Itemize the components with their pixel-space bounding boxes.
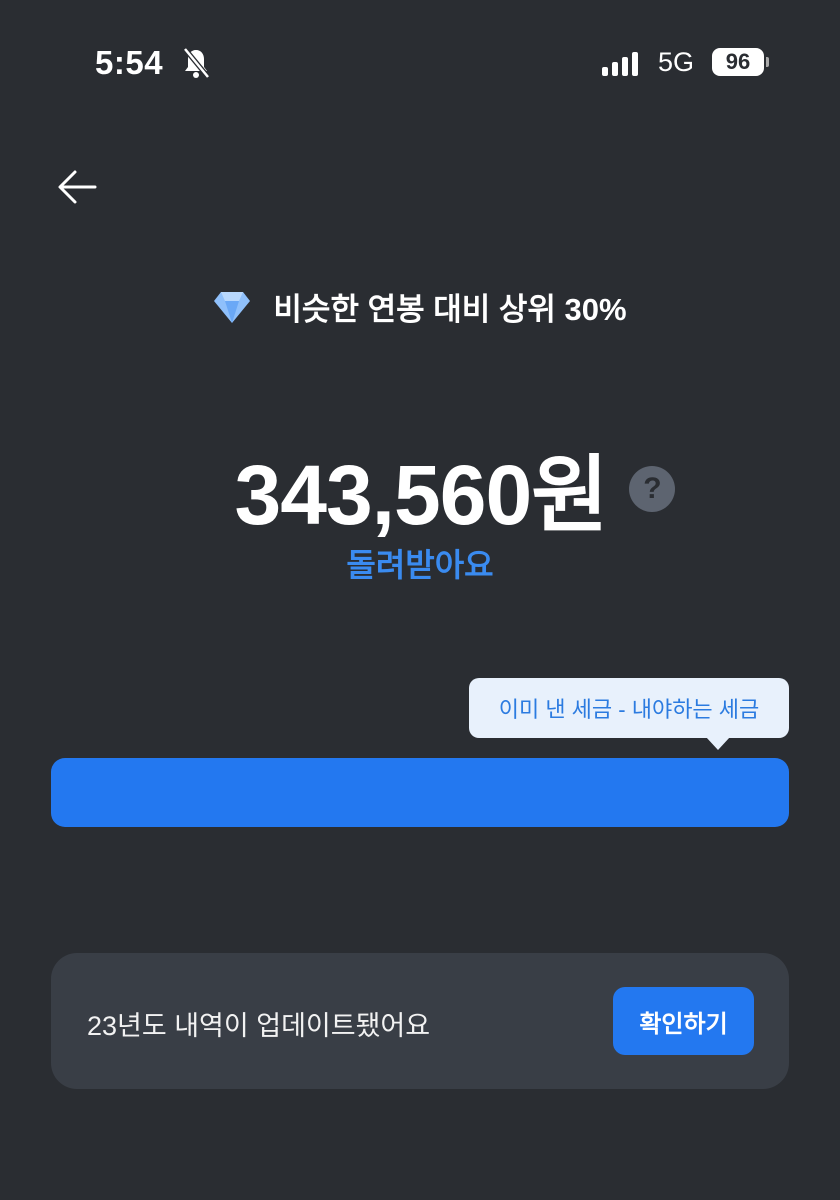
bell-muted-icon bbox=[183, 47, 210, 79]
tooltip-arrow bbox=[706, 737, 730, 750]
refund-amount: 343,560원 bbox=[234, 448, 609, 542]
back-arrow-icon[interactable] bbox=[55, 165, 99, 209]
network-label: 5G bbox=[658, 47, 695, 77]
signal-icon bbox=[602, 52, 638, 76]
formula-tooltip: 이미 낸 세금 - 내야하는 세금 bbox=[469, 678, 789, 738]
update-notice-text: 23년도 내역이 업데이트됐어요 bbox=[87, 1011, 431, 1041]
status-time: 5:54 bbox=[95, 44, 164, 81]
refund-subtitle: 돌려받아요 bbox=[346, 547, 494, 583]
diamond-icon bbox=[214, 291, 251, 323]
rank-text: 비슷한 연봉 대비 상위 30% bbox=[273, 292, 627, 327]
help-icon[interactable]: ? bbox=[629, 465, 676, 512]
refund-bar bbox=[51, 758, 789, 827]
battery-tip bbox=[766, 57, 769, 67]
battery-icon: 96 bbox=[712, 48, 764, 76]
confirm-button[interactable]: 확인하기 bbox=[613, 987, 754, 1055]
amount-row: 343,560원 ? bbox=[0, 428, 840, 549]
rank-row: 비슷한 연봉 대비 상위 30% bbox=[0, 284, 840, 329]
